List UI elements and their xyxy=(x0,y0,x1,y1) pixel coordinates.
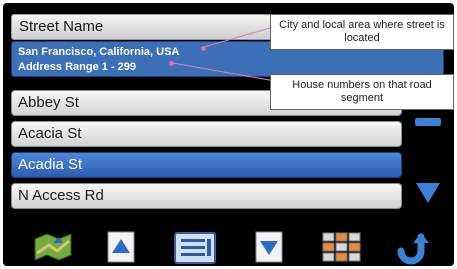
street-label: Acacia St xyxy=(18,125,82,142)
street-label: N Access Rd xyxy=(18,187,104,204)
page-down-icon xyxy=(255,231,283,263)
back-button[interactable] xyxy=(395,231,435,266)
street-label: Abbey St xyxy=(18,94,79,111)
street-row-acadia[interactable]: Acadia St xyxy=(11,152,402,178)
list-icon xyxy=(174,232,216,264)
street-row-n-access[interactable]: N Access Rd xyxy=(11,183,402,209)
keypad-icon xyxy=(322,232,361,262)
back-icon xyxy=(397,233,429,265)
scroll-thumb[interactable] xyxy=(415,115,441,133)
page-title: Street Name xyxy=(19,18,104,35)
scroll-down-button[interactable] xyxy=(415,181,441,210)
bottom-toolbar xyxy=(3,223,454,266)
map-button[interactable] xyxy=(33,231,75,266)
street-row-acacia[interactable]: Acacia St xyxy=(11,121,402,147)
city-callout-text: City and local area where street is loca… xyxy=(279,19,445,44)
arrow-down-icon xyxy=(416,183,440,203)
house-numbers-callout: House numbers on that road segment xyxy=(270,74,454,110)
keypad-button[interactable] xyxy=(321,231,363,266)
map-icon xyxy=(34,233,72,261)
city-label: San Francisco, California, USA xyxy=(18,46,180,58)
address-range-label: Address Range 1 - 299 xyxy=(18,61,136,73)
page-up-button[interactable] xyxy=(107,231,135,266)
page-up-icon xyxy=(107,231,135,263)
house-numbers-callout-text: House numbers on that road segment xyxy=(292,79,432,104)
list-button[interactable] xyxy=(173,231,219,266)
city-callout: City and local area where street is loca… xyxy=(270,14,454,50)
street-label: Acadia St xyxy=(18,156,83,173)
page-down-button[interactable] xyxy=(255,231,283,266)
